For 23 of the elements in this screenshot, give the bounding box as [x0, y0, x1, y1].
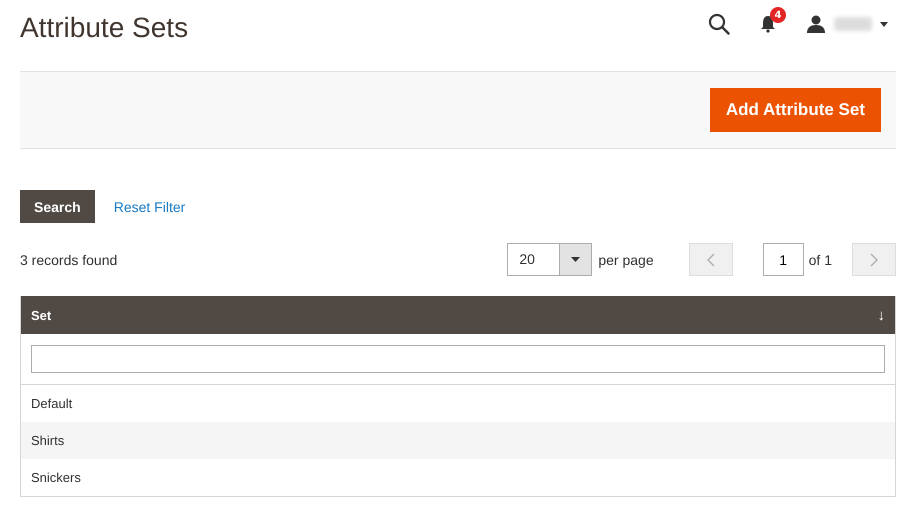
- page-total: of 1: [808, 252, 832, 268]
- table-cell[interactable]: Default: [21, 385, 895, 422]
- column-header[interactable]: Set ↓: [21, 296, 895, 334]
- caret-icon[interactable]: [880, 22, 888, 26]
- search-button[interactable]: Search: [20, 190, 95, 223]
- per-page-label: per page: [598, 252, 654, 268]
- records-count: 3 records found: [20, 252, 118, 268]
- chevron-left-icon: [706, 252, 715, 266]
- chevron-right-icon: [870, 252, 878, 266]
- search-icon[interactable]: [708, 13, 730, 35]
- notification-badge: 4: [770, 7, 786, 23]
- page-number-field[interactable]: 1: [762, 243, 804, 276]
- per-page-select[interactable]: 20: [507, 243, 592, 276]
- caret-icon: [571, 257, 580, 262]
- user-icon[interactable]: [806, 15, 826, 33]
- set-filter-field[interactable]: [31, 345, 885, 373]
- blurred-username: [834, 17, 872, 31]
- bell-icon[interactable]: [760, 15, 776, 33]
- page-title: Attribute Sets: [20, 12, 188, 44]
- add-attribute-set-button[interactable]: Add Attribute Set: [710, 88, 881, 132]
- table-cell[interactable]: Snickers: [21, 459, 895, 496]
- table-cell[interactable]: Shirts: [21, 422, 895, 459]
- reset-filter-link[interactable]: Reset Filter: [114, 198, 186, 214]
